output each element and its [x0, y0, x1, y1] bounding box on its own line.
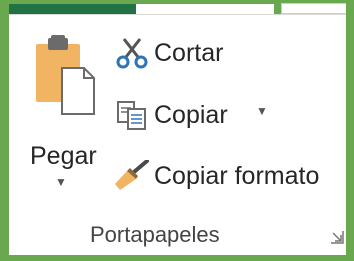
cut-button[interactable]: Cortar: [114, 36, 223, 70]
active-tab-indicator: [9, 4, 136, 14]
cut-label: Cortar: [154, 39, 224, 67]
copy-button[interactable]: Copiar: [114, 98, 228, 132]
paste-dropdown-arrow-icon[interactable]: ▼: [55, 176, 67, 188]
window-frame-left: [0, 0, 9, 261]
copy-icon: [114, 99, 150, 131]
format-painter-label: Copiar formato: [154, 162, 320, 190]
search-box[interactable]: [281, 3, 351, 14]
dialog-launcher-icon[interactable]: [330, 230, 344, 244]
paste-button[interactable]: Pegar ▼: [22, 30, 104, 200]
clipboard-group-label: Portapapeles: [90, 222, 220, 247]
ribbon-divider: [9, 14, 346, 15]
window-frame-bottom: [0, 255, 354, 261]
scissors-icon: [114, 37, 150, 69]
paintbrush-icon: [114, 159, 150, 192]
clipboard-paste-icon: [32, 34, 98, 120]
tab-area: [136, 4, 274, 14]
paste-label: Pegar: [30, 142, 97, 170]
copy-dropdown-arrow-icon[interactable]: ▼: [256, 104, 268, 118]
window-frame-right: [346, 0, 354, 261]
copy-label: Copiar: [154, 101, 228, 129]
format-painter-button[interactable]: Copiar formato: [114, 159, 319, 193]
